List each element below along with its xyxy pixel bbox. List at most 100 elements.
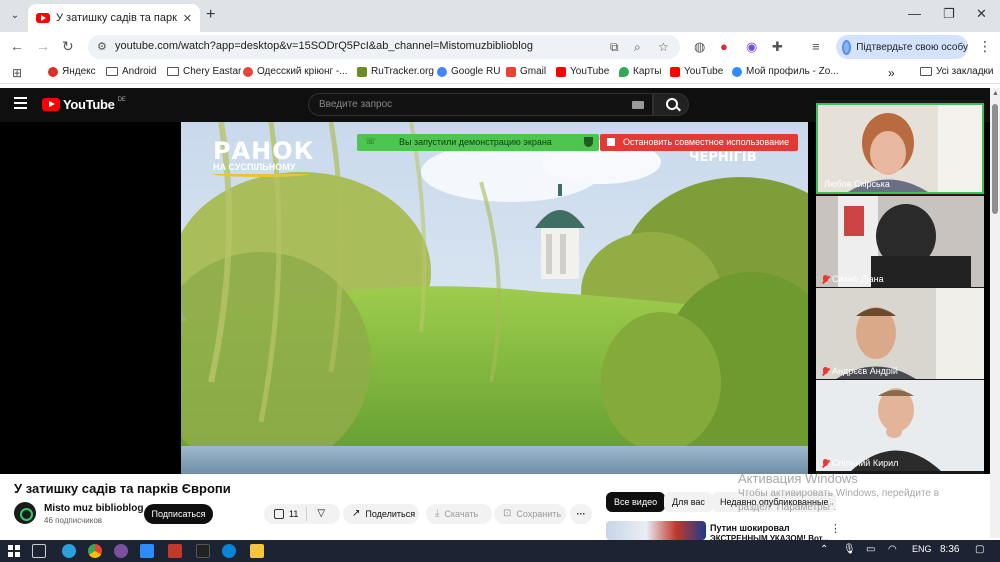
- youtube-favicon-icon: [36, 13, 50, 23]
- bookmark-item[interactable]: Мой профиль - Zo...: [732, 66, 839, 77]
- chip-for-you[interactable]: Для вас: [664, 492, 713, 512]
- telegram-icon[interactable]: [62, 544, 76, 558]
- dislike-button[interactable]: ▽: [307, 504, 335, 524]
- save-button[interactable]: ⊡ Сохранить: [494, 504, 566, 524]
- search-button[interactable]: [653, 93, 689, 116]
- participant-name: Любов Скірська: [824, 179, 890, 189]
- phone-icon: ☏: [365, 136, 377, 146]
- yandex-icon: [48, 66, 58, 77]
- bookmark-label: Gmail: [520, 66, 547, 77]
- bookmark-item[interactable]: Одесский кріюнг -...: [243, 66, 348, 77]
- bookmark-label: Chery Eastar: [183, 66, 242, 77]
- edge-icon[interactable]: [222, 544, 236, 558]
- app-icon[interactable]: [168, 544, 182, 558]
- bookmark-star-icon[interactable]: ☆: [658, 40, 669, 54]
- window-close-icon[interactable]: ✕: [976, 6, 987, 22]
- bookmark-item[interactable]: Яндекс: [48, 66, 96, 77]
- recommended-title[interactable]: Путин шокировал: [710, 523, 790, 533]
- windows-activation-text: Чтобы активировать Windows, перейдите в: [738, 488, 940, 499]
- minimize-icon[interactable]: —: [908, 6, 921, 21]
- browser-menu-icon[interactable]: ⋮: [978, 38, 992, 55]
- chip-all-videos[interactable]: Все видео: [606, 492, 666, 512]
- address-bar[interactable]: ⚙ youtube.com/watch?app=desktop&v=15SODr…: [88, 35, 680, 59]
- extensions-puzzle-icon[interactable]: ✚: [772, 39, 783, 55]
- file-explorer-icon[interactable]: [250, 544, 264, 558]
- windows-start-icon[interactable]: [8, 545, 20, 557]
- zoom-app-icon[interactable]: [140, 544, 154, 558]
- bookmarks-overflow-icon[interactable]: »: [888, 66, 895, 80]
- windows-taskbar: ⌃ 🎙 ▭ ◠ ENG 8:36 ▢: [0, 540, 1000, 562]
- search-input[interactable]: Введите запрос: [308, 93, 653, 116]
- stop-sharing-button[interactable]: Остановить совместное использование: [600, 134, 798, 151]
- mic-muted-icon: [822, 366, 829, 376]
- notifications-icon[interactable]: ▢: [975, 544, 984, 555]
- participant-name: Спільний Кирил: [822, 458, 898, 468]
- scrollbar-thumb[interactable]: [992, 104, 998, 214]
- keyboard-language[interactable]: ENG: [912, 544, 932, 554]
- save-label: Сохранить: [516, 509, 562, 519]
- channel-avatar[interactable]: [14, 502, 36, 524]
- bookmark-item[interactable]: Gmail: [506, 66, 546, 77]
- app-icon[interactable]: [196, 544, 210, 558]
- install-app-icon[interactable]: ⧉: [610, 40, 619, 55]
- mic-muted-icon: [822, 458, 829, 468]
- all-bookmarks-folder[interactable]: Усі закладки: [920, 66, 994, 77]
- new-tab-plus-icon[interactable]: +: [206, 6, 215, 24]
- stop-square-icon: [607, 138, 615, 146]
- youtube-icon: [556, 66, 566, 77]
- bookmark-item[interactable]: Карты: [619, 66, 662, 77]
- recommended-thumbnail[interactable]: [606, 521, 706, 540]
- extension-shield-icon[interactable]: ◉: [746, 39, 757, 55]
- microphone-icon[interactable]: 🎙: [843, 544, 856, 555]
- youtube-icon: [670, 66, 680, 77]
- stop-sharing-label: Остановить совместное использование: [623, 137, 790, 147]
- like-button[interactable]: 11: [264, 507, 308, 521]
- bookmark-label: Одесский кріюнг -...: [257, 66, 348, 77]
- bookmark-item[interactable]: YouTube: [670, 66, 723, 77]
- scroll-up-arrow-icon[interactable]: ▲: [992, 90, 999, 97]
- tray-overflow-icon[interactable]: ⌃: [820, 544, 828, 555]
- participant-tile[interactable]: Андрєєв Андрій: [816, 288, 984, 379]
- back-arrow-icon[interactable]: ←: [10, 38, 24, 54]
- bookmark-folder[interactable]: Chery Eastar: [167, 66, 241, 77]
- reload-icon[interactable]: ↻: [62, 38, 74, 55]
- chrome-icon[interactable]: [88, 544, 102, 558]
- tab-search-icon[interactable]: ⌄: [6, 7, 24, 25]
- bookmark-label: RuTracker.org: [371, 66, 434, 77]
- media-control-icon[interactable]: ≡: [812, 39, 820, 54]
- zoom-icon[interactable]: ⌕: [634, 40, 641, 55]
- site-info-icon[interactable]: ⚙: [97, 40, 107, 53]
- task-view-icon[interactable]: [32, 544, 46, 558]
- profile-button[interactable]: Підтвердьте свою особу: [836, 35, 968, 59]
- forward-arrow-icon[interactable]: →: [36, 38, 50, 54]
- apps-grid-icon[interactable]: ⊞: [12, 66, 22, 80]
- download-button[interactable]: ⤓ Скачать: [426, 504, 492, 524]
- keyboard-icon[interactable]: [632, 101, 644, 109]
- bookmark-item[interactable]: RuTracker.org: [357, 66, 434, 77]
- restore-icon[interactable]: ❐: [943, 6, 955, 22]
- opera-extension-icon[interactable]: ●: [720, 39, 728, 54]
- browser-tab-active[interactable]: У затишку садів та парків Євро ✕: [28, 4, 200, 32]
- viber-icon[interactable]: [114, 544, 128, 558]
- extension-globe-icon[interactable]: ◍: [694, 39, 705, 55]
- network-icon[interactable]: ▭: [866, 544, 875, 555]
- wifi-icon[interactable]: ◠: [888, 544, 897, 555]
- taskbar-clock[interactable]: 8:36: [940, 544, 959, 555]
- url-text[interactable]: youtube.com/watch?app=desktop&v=15SODrQ5…: [115, 40, 533, 52]
- channel-name[interactable]: Misto muz biblioblog: [44, 503, 143, 514]
- more-actions-button[interactable]: ···: [570, 504, 592, 524]
- youtube-play-logo-icon: [42, 98, 60, 111]
- participant-tile[interactable]: Сахно Діана: [816, 196, 984, 287]
- bookmark-item[interactable]: YouTube: [556, 66, 609, 77]
- youtube-logo[interactable]: YouTube DE: [42, 97, 126, 112]
- subscribe-button[interactable]: Подписаться: [144, 504, 213, 524]
- bookmark-item[interactable]: Google RU: [437, 66, 500, 77]
- menu-hamburger-icon[interactable]: [14, 97, 27, 109]
- video-frame[interactable]: РАНОК НА СУСПІЛЬНОМУ ЧЕРНІГІВ: [181, 122, 808, 474]
- participant-tile[interactable]: Спільний Кирил: [816, 380, 984, 471]
- bookmark-folder[interactable]: Android: [106, 66, 156, 77]
- recommended-menu-icon[interactable]: ⋮: [830, 522, 841, 535]
- participant-tile[interactable]: Любов Скірська: [816, 103, 984, 194]
- share-button[interactable]: ↗ Поделиться: [343, 504, 419, 524]
- tab-close-icon[interactable]: ✕: [183, 12, 192, 25]
